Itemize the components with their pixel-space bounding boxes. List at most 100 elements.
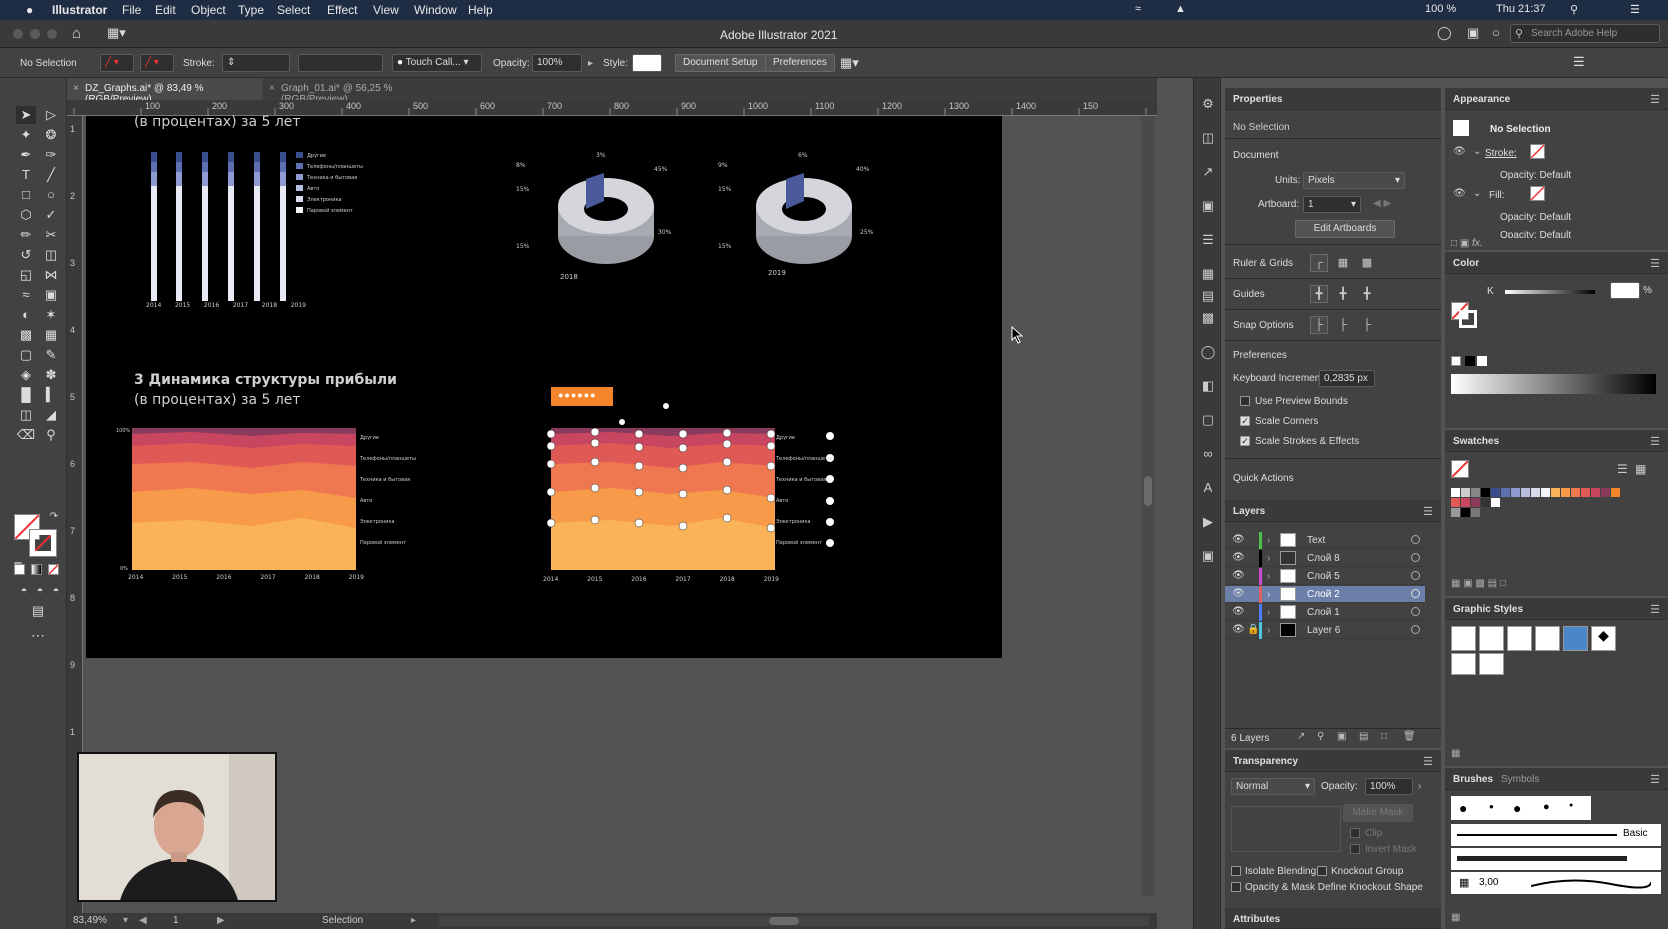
color-spectrum[interactable] xyxy=(1451,374,1656,394)
eyedropper-tool-icon[interactable]: ✎ xyxy=(41,346,61,364)
close-tab-icon[interactable]: × xyxy=(73,83,79,94)
snap-to-point-icon[interactable]: ├ xyxy=(1310,316,1328,334)
locate-object-icon[interactable]: ⚲ xyxy=(1317,731,1324,742)
show-guides-icon[interactable]: ╋ xyxy=(1310,285,1328,303)
lock-icon[interactable]: 🔒 xyxy=(1247,624,1259,635)
reflect-tool-icon[interactable]: ◫ xyxy=(41,246,61,264)
make-mask-button[interactable]: Make Mask xyxy=(1343,804,1413,822)
canvas-area[interactable]: (в процентах) за 5 лет Другие Телефоны/п… xyxy=(77,114,1157,916)
tab-symbols[interactable]: Symbols xyxy=(1501,774,1539,785)
opacity-mask-knockout-checkbox[interactable] xyxy=(1231,882,1241,892)
opacity-slider-arrow-icon[interactable]: › xyxy=(1418,781,1421,792)
lightbulb-icon[interactable]: ○ xyxy=(1492,25,1500,40)
scissors-tool-icon[interactable]: ✂ xyxy=(41,226,61,244)
screen-mode-icon[interactable]: ▤ xyxy=(28,602,48,620)
image-trace-icon[interactable]: ◯ xyxy=(1198,344,1218,362)
spotlight-icon[interactable]: ⚲ xyxy=(1570,3,1578,16)
swatches-header[interactable]: Swatches xyxy=(1445,430,1668,452)
visibility-eye-icon[interactable]: 👁 xyxy=(1232,624,1245,635)
arrange-icon[interactable]: ▦▾ xyxy=(840,55,859,71)
target-circle-icon[interactable] xyxy=(1411,553,1420,562)
layer-row-selected[interactable]: 👁 › Слой 2 xyxy=(1225,586,1425,603)
visibility-eye-icon[interactable]: 👁 xyxy=(1232,570,1245,581)
menu-window[interactable]: Window xyxy=(414,3,457,17)
target-circle-icon[interactable] xyxy=(1411,535,1420,544)
wifi-icon[interactable]: ≈ xyxy=(1135,3,1141,15)
k-slider[interactable] xyxy=(1505,290,1595,294)
home-icon[interactable]: ⌂ xyxy=(72,25,81,42)
appearance-stroke-label[interactable]: Stroke: xyxy=(1485,148,1517,159)
notification-center-icon[interactable]: ☰ xyxy=(1630,3,1640,16)
lock-guides-icon[interactable]: ╋ xyxy=(1334,285,1352,303)
pencil-tool-icon[interactable]: ✏ xyxy=(16,226,36,244)
layer-row[interactable]: 👁 › Text xyxy=(1225,532,1425,549)
menu-effect[interactable]: Effect xyxy=(327,3,357,17)
menu-object[interactable]: Object xyxy=(191,3,226,17)
snap-to-glyph-icon[interactable]: ├ xyxy=(1358,316,1376,334)
menu-file[interactable]: File xyxy=(122,3,141,17)
appearance-menu-icon[interactable]: ☰ xyxy=(1650,93,1660,106)
fill-expand-chevron-icon[interactable]: ⌄ xyxy=(1473,188,1481,199)
arrange-documents-icon[interactable]: ▣ xyxy=(1467,25,1479,41)
workspace-layout-icon[interactable]: ▦▾ xyxy=(107,25,126,41)
draw-inside-icon[interactable]: ◓ xyxy=(46,582,66,600)
close-window-button[interactable] xyxy=(13,29,23,39)
volume-icon[interactable]: ▲ xyxy=(1175,3,1186,15)
menu-type[interactable]: Type xyxy=(238,3,264,17)
artboard-tool-icon[interactable]: ◫ xyxy=(16,406,36,424)
target-circle-icon[interactable] xyxy=(1411,589,1420,598)
stroke-swatch[interactable] xyxy=(29,529,57,557)
close-tab-icon[interactable]: × xyxy=(269,83,275,94)
graphic-styles-menu-icon[interactable]: ☰ xyxy=(1650,603,1660,616)
scale-tool-icon[interactable]: ◱ xyxy=(16,266,36,284)
layer-name[interactable]: Layer 6 xyxy=(1307,625,1340,636)
delete-layer-icon[interactable]: 🗑 xyxy=(1403,731,1416,742)
color-header[interactable]: Color xyxy=(1445,252,1668,274)
character-icon[interactable]: A xyxy=(1198,480,1218,498)
tab-graph-01[interactable]: × Graph_01.ai* @ 56,25 % (RGB/Preview) xyxy=(263,78,463,105)
gradient-panel-icon[interactable]: ▢ xyxy=(1198,412,1218,430)
target-circle-icon[interactable] xyxy=(1411,607,1420,616)
swatches-menu-icon[interactable]: ☰ xyxy=(1650,435,1660,448)
fill-color-dropdown[interactable]: ╱ ▾ xyxy=(100,54,134,72)
stroke-color-dropdown[interactable]: ╱ ▾ xyxy=(140,54,174,72)
color-menu-icon[interactable]: ☰ xyxy=(1650,257,1660,270)
pathfinder-icon[interactable]: ▣ xyxy=(1198,198,1218,216)
scale-corners-checkbox[interactable]: ✓ xyxy=(1240,416,1250,426)
horizontal-scrollbar[interactable] xyxy=(439,916,1149,926)
menu-edit[interactable]: Edit xyxy=(155,3,176,17)
minimize-window-button[interactable] xyxy=(30,29,40,39)
area-chart[interactable] xyxy=(132,428,362,573)
visibility-eye-icon[interactable]: 👁 xyxy=(1232,606,1245,617)
preferences-button[interactable]: Preferences xyxy=(765,54,835,72)
target-circle-icon[interactable] xyxy=(1411,625,1420,634)
clip-checkbox[interactable] xyxy=(1350,828,1360,838)
transparency-header[interactable]: Transparency xyxy=(1225,750,1441,772)
swatch-grid[interactable] xyxy=(1451,488,1651,518)
symbol-sprayer-tool-icon[interactable]: ✽ xyxy=(41,366,61,384)
scale-strokes-checkbox[interactable]: ✓ xyxy=(1240,436,1250,446)
expand-chevron-icon[interactable]: › xyxy=(1267,625,1270,636)
puppet-warp-tool-icon[interactable]: ✶ xyxy=(41,306,61,324)
layer-name[interactable]: Слой 1 xyxy=(1307,607,1340,618)
white-color-chip[interactable] xyxy=(1477,356,1487,366)
knockout-group-checkbox[interactable] xyxy=(1317,866,1327,876)
image-icon[interactable]: ▣ xyxy=(1198,548,1218,566)
stacked-bar-chart[interactable] xyxy=(136,144,436,314)
blend-tool-icon[interactable]: ◈ xyxy=(16,366,36,384)
expand-chevron-icon[interactable]: › xyxy=(1267,607,1270,618)
show-rulers-icon[interactable]: ┌ xyxy=(1310,254,1328,272)
links-icon[interactable]: ∞ xyxy=(1198,446,1218,464)
edit-artboards-button[interactable]: Edit Artboards xyxy=(1295,220,1395,238)
curvature-tool-icon[interactable]: ✑ xyxy=(41,146,61,164)
type-tool-icon[interactable]: T xyxy=(16,166,36,184)
stroke-visibility-eye-icon[interactable]: 👁 xyxy=(1453,146,1466,157)
area-chart-selected[interactable] xyxy=(546,428,806,578)
smart-guides-icon[interactable]: ╋ xyxy=(1358,285,1376,303)
vertical-scroll-thumb[interactable] xyxy=(1144,476,1152,506)
target-circle-icon[interactable] xyxy=(1411,571,1420,580)
anchor-points[interactable] xyxy=(616,400,676,430)
free-transform-tool-icon[interactable]: ▣ xyxy=(41,286,61,304)
zoom-tool-icon[interactable]: ⚲ xyxy=(41,426,61,444)
graph-tool-icon[interactable]: █ xyxy=(16,386,36,404)
